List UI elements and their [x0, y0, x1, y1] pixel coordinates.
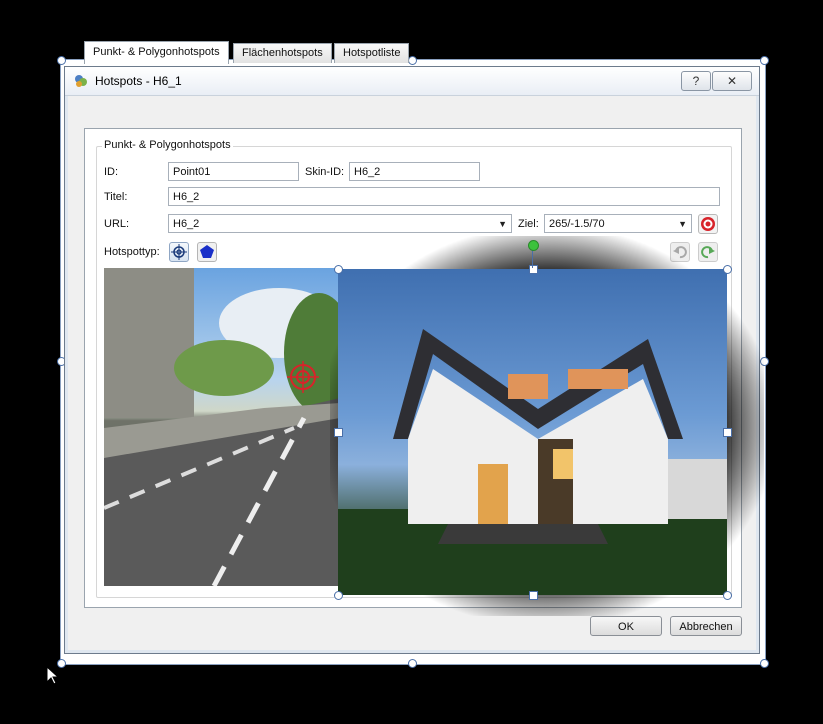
- resize-handle[interactable]: [723, 591, 732, 600]
- skin-id-label: Skin-ID:: [305, 166, 345, 178]
- cancel-button[interactable]: Abbrechen: [670, 616, 742, 636]
- polygon-hotspot-button[interactable]: [197, 242, 217, 262]
- rotate-handle[interactable]: [528, 240, 539, 251]
- window-title: Hotspots - H6_1: [95, 74, 182, 88]
- resize-handle[interactable]: [529, 591, 538, 600]
- url-value: H6_2: [173, 218, 200, 230]
- tab-area-hotspots[interactable]: Flächenhotspots: [233, 43, 332, 63]
- ok-button[interactable]: OK: [590, 616, 662, 636]
- hotspot-marker-icon[interactable]: [286, 360, 320, 394]
- url-select[interactable]: H6_2 ▼: [168, 214, 512, 233]
- point-hotspot-button[interactable]: [169, 242, 189, 262]
- resize-handle[interactable]: [723, 428, 732, 437]
- hotspot-type-label: Hotspottyp:: [104, 246, 160, 258]
- skin-id-field[interactable]: H6_2: [349, 162, 480, 181]
- title-label: Titel:: [104, 191, 128, 203]
- tab-hotspot-list[interactable]: Hotspotliste: [334, 43, 410, 63]
- id-label: ID:: [104, 166, 119, 178]
- target-label: Ziel:: [518, 218, 539, 230]
- resize-handle[interactable]: [334, 265, 343, 274]
- url-label: URL:: [104, 218, 130, 230]
- resize-handle[interactable]: [57, 56, 66, 65]
- id-field[interactable]: Point01: [168, 162, 299, 181]
- title-field[interactable]: H6_2: [168, 187, 720, 206]
- app-logo-icon: [75, 75, 87, 87]
- help-button[interactable]: ?: [681, 71, 711, 91]
- crosshair-icon: [171, 244, 187, 260]
- title-bar: Hotspots - H6_1 ? ✕: [65, 67, 759, 96]
- resize-handle[interactable]: [408, 659, 417, 668]
- house-photo[interactable]: [338, 269, 727, 595]
- target-value: 265/-1.5/70: [549, 218, 605, 230]
- resize-handle[interactable]: [334, 591, 343, 600]
- pick-target-button[interactable]: [698, 214, 718, 234]
- group-title: Punkt- & Polygonhotspots: [102, 139, 233, 151]
- resize-handle[interactable]: [529, 265, 538, 274]
- panorama-preview[interactable]: [104, 268, 340, 586]
- street-scene-image: [104, 268, 340, 586]
- pentagon-icon: [200, 245, 214, 258]
- tab-point-polygon-hotspots[interactable]: Punkt- & Polygonhotspots: [84, 41, 229, 64]
- resize-handle[interactable]: [723, 265, 732, 274]
- resize-handle[interactable]: [334, 428, 343, 437]
- mouse-cursor-icon: [46, 666, 60, 685]
- target-select[interactable]: 265/-1.5/70 ▼: [544, 214, 692, 233]
- resize-handle[interactable]: [760, 56, 769, 65]
- rotate-line: [532, 248, 533, 268]
- target-icon: [701, 217, 715, 231]
- house-image: [338, 329, 727, 595]
- close-button[interactable]: ✕: [712, 71, 752, 91]
- resize-handle[interactable]: [760, 659, 769, 668]
- chevron-down-icon: ▼: [678, 219, 687, 229]
- chevron-down-icon: ▼: [498, 219, 507, 229]
